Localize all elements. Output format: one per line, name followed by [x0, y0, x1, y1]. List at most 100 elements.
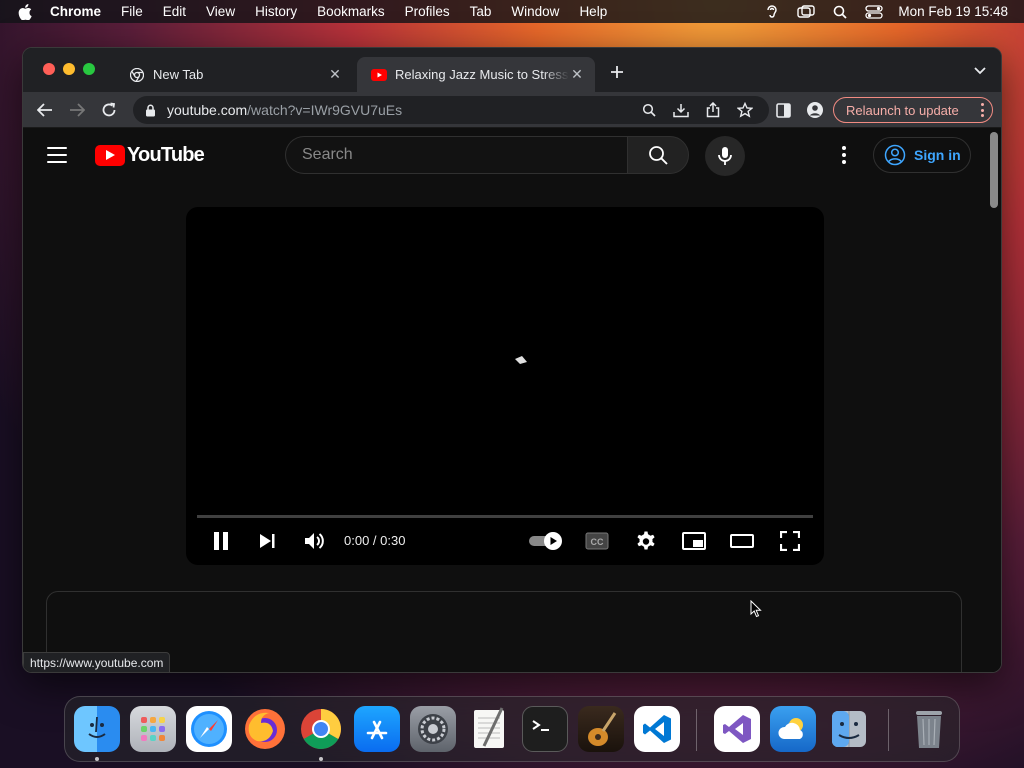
menu-view[interactable]: View: [206, 4, 235, 19]
vscode-icon[interactable]: [634, 706, 680, 752]
dock-separator: [888, 709, 889, 751]
spotlight-search-icon[interactable]: [830, 4, 850, 20]
garageband-icon[interactable]: [578, 706, 624, 752]
page-scrollbar[interactable]: [987, 128, 1001, 672]
menu-edit[interactable]: Edit: [163, 4, 186, 19]
theater-mode-icon[interactable]: [730, 529, 754, 553]
hearing-icon[interactable]: [762, 4, 782, 20]
side-panel-icon[interactable]: [775, 102, 791, 118]
firefox-icon[interactable]: [242, 706, 288, 752]
menu-window[interactable]: Window: [511, 4, 559, 19]
settings-gear-icon[interactable]: [634, 529, 658, 553]
search-icon: [648, 145, 668, 165]
finder-running-indicator: [95, 757, 99, 761]
menu-help[interactable]: Help: [579, 4, 607, 19]
search-input[interactable]: [302, 146, 627, 164]
progress-bar[interactable]: [197, 515, 813, 518]
menu-file[interactable]: File: [121, 4, 143, 19]
scrollbar-thumb[interactable]: [990, 132, 998, 208]
youtube-logo[interactable]: YouTube: [95, 144, 205, 166]
sign-in-button[interactable]: Sign in: [873, 137, 971, 173]
control-center-icon[interactable]: [864, 4, 884, 20]
browser-toolbar: youtube.com/watch?v=IWr9GVU7uEs Relaunch…: [23, 92, 1001, 128]
trash-icon[interactable]: [906, 706, 952, 752]
new-tab-button[interactable]: [607, 62, 627, 82]
tab-youtube-video[interactable]: Relaxing Jazz Music to Stress Relief ✕: [357, 57, 595, 92]
back-arrow-icon[interactable]: [35, 100, 55, 120]
share-icon[interactable]: [705, 102, 721, 118]
zoom-search-icon[interactable]: [641, 102, 657, 118]
mouse-cursor-icon: [750, 600, 762, 618]
youtube-page: YouTube Sign in: [23, 128, 1001, 672]
launchpad-icon[interactable]: [130, 706, 176, 752]
bookmark-star-icon[interactable]: [737, 102, 753, 118]
reload-icon[interactable]: [99, 100, 119, 120]
install-app-icon[interactable]: [673, 102, 689, 118]
chrome-running-indicator: [319, 757, 323, 761]
window-minimize-button[interactable]: [63, 63, 75, 75]
youtube-favicon-icon: [371, 67, 387, 83]
next-video-icon[interactable]: [255, 529, 279, 553]
finder-icon[interactable]: [74, 706, 120, 752]
menu-bar: Chrome File Edit View History Bookmarks …: [0, 0, 1024, 23]
weather-icon[interactable]: [770, 706, 816, 752]
chrome-icon: [129, 67, 145, 83]
player-controls: 0:00 / 0:30 CC: [186, 525, 824, 557]
system-preferences-icon[interactable]: [410, 706, 456, 752]
menu-app-name[interactable]: Chrome: [50, 4, 101, 19]
tab-new-tab[interactable]: New Tab ✕: [115, 57, 353, 92]
url-path: /watch?v=IWr9GVU7uEs: [247, 102, 403, 118]
close-tab-icon[interactable]: ✕: [569, 66, 585, 83]
browser-window: New Tab ✕ Relaxing Jazz Music to Stress …: [22, 47, 1002, 673]
dock: [64, 696, 960, 762]
chevron-down-icon[interactable]: [973, 64, 987, 78]
loading-spinner-icon: [515, 356, 527, 364]
search-button[interactable]: [627, 136, 689, 174]
menu-profiles[interactable]: Profiles: [405, 4, 450, 19]
forward-arrow-icon[interactable]: [67, 100, 87, 120]
profile-icon[interactable]: [807, 102, 823, 118]
visual-studio-icon[interactable]: [714, 706, 760, 752]
relaunch-label: Relaunch to update: [846, 102, 959, 118]
pause-icon[interactable]: [209, 529, 233, 553]
window-close-button[interactable]: [43, 63, 55, 75]
menu-bookmarks[interactable]: Bookmarks: [317, 4, 385, 19]
chrome-app-icon[interactable]: [298, 706, 344, 752]
safari-icon[interactable]: [186, 706, 232, 752]
miniplayer-icon[interactable]: [682, 529, 706, 553]
video-player[interactable]: 0:00 / 0:30 CC: [186, 207, 824, 565]
youtube-play-logo-icon: [95, 144, 125, 166]
microphone-icon: [717, 146, 733, 166]
closed-captions-icon[interactable]: CC: [585, 529, 609, 553]
tab-title: New Tab: [153, 67, 204, 82]
textedit-icon[interactable]: [466, 706, 512, 752]
hamburger-menu-icon[interactable]: [47, 147, 67, 163]
url-text[interactable]: youtube.com/watch?v=IWr9GVU7uEs: [167, 102, 402, 118]
dock-separator: [696, 709, 697, 751]
terminal-icon[interactable]: [522, 706, 568, 752]
menu-clock[interactable]: Mon Feb 19 15:48: [898, 4, 1008, 19]
close-tab-icon[interactable]: ✕: [327, 66, 343, 83]
volume-icon[interactable]: [302, 529, 326, 553]
address-bar[interactable]: youtube.com/watch?v=IWr9GVU7uEs: [133, 96, 769, 124]
app-store-icon[interactable]: [354, 706, 400, 752]
sign-in-label: Sign in: [914, 147, 961, 163]
menu-history[interactable]: History: [255, 4, 297, 19]
screen-mirroring-icon[interactable]: [796, 4, 816, 20]
link-status-bubble: https://www.youtube.com: [23, 652, 171, 672]
relaunch-to-update-button[interactable]: Relaunch to update: [833, 97, 993, 123]
migration-assistant-icon[interactable]: [826, 706, 872, 752]
search-box[interactable]: [285, 136, 627, 174]
window-zoom-button[interactable]: [83, 63, 95, 75]
autoplay-toggle[interactable]: [528, 531, 564, 551]
lock-icon[interactable]: [143, 103, 157, 117]
more-options-icon[interactable]: [980, 103, 984, 117]
apple-menu-icon[interactable]: [18, 3, 34, 21]
url-host: youtube.com: [167, 102, 248, 118]
fullscreen-icon[interactable]: [778, 529, 802, 553]
tab-strip: New Tab ✕ Relaxing Jazz Music to Stress …: [23, 48, 1001, 92]
settings-more-icon[interactable]: [841, 146, 847, 164]
video-description-panel: [46, 591, 962, 672]
menu-tab[interactable]: Tab: [470, 4, 492, 19]
voice-search-button[interactable]: [705, 136, 745, 176]
